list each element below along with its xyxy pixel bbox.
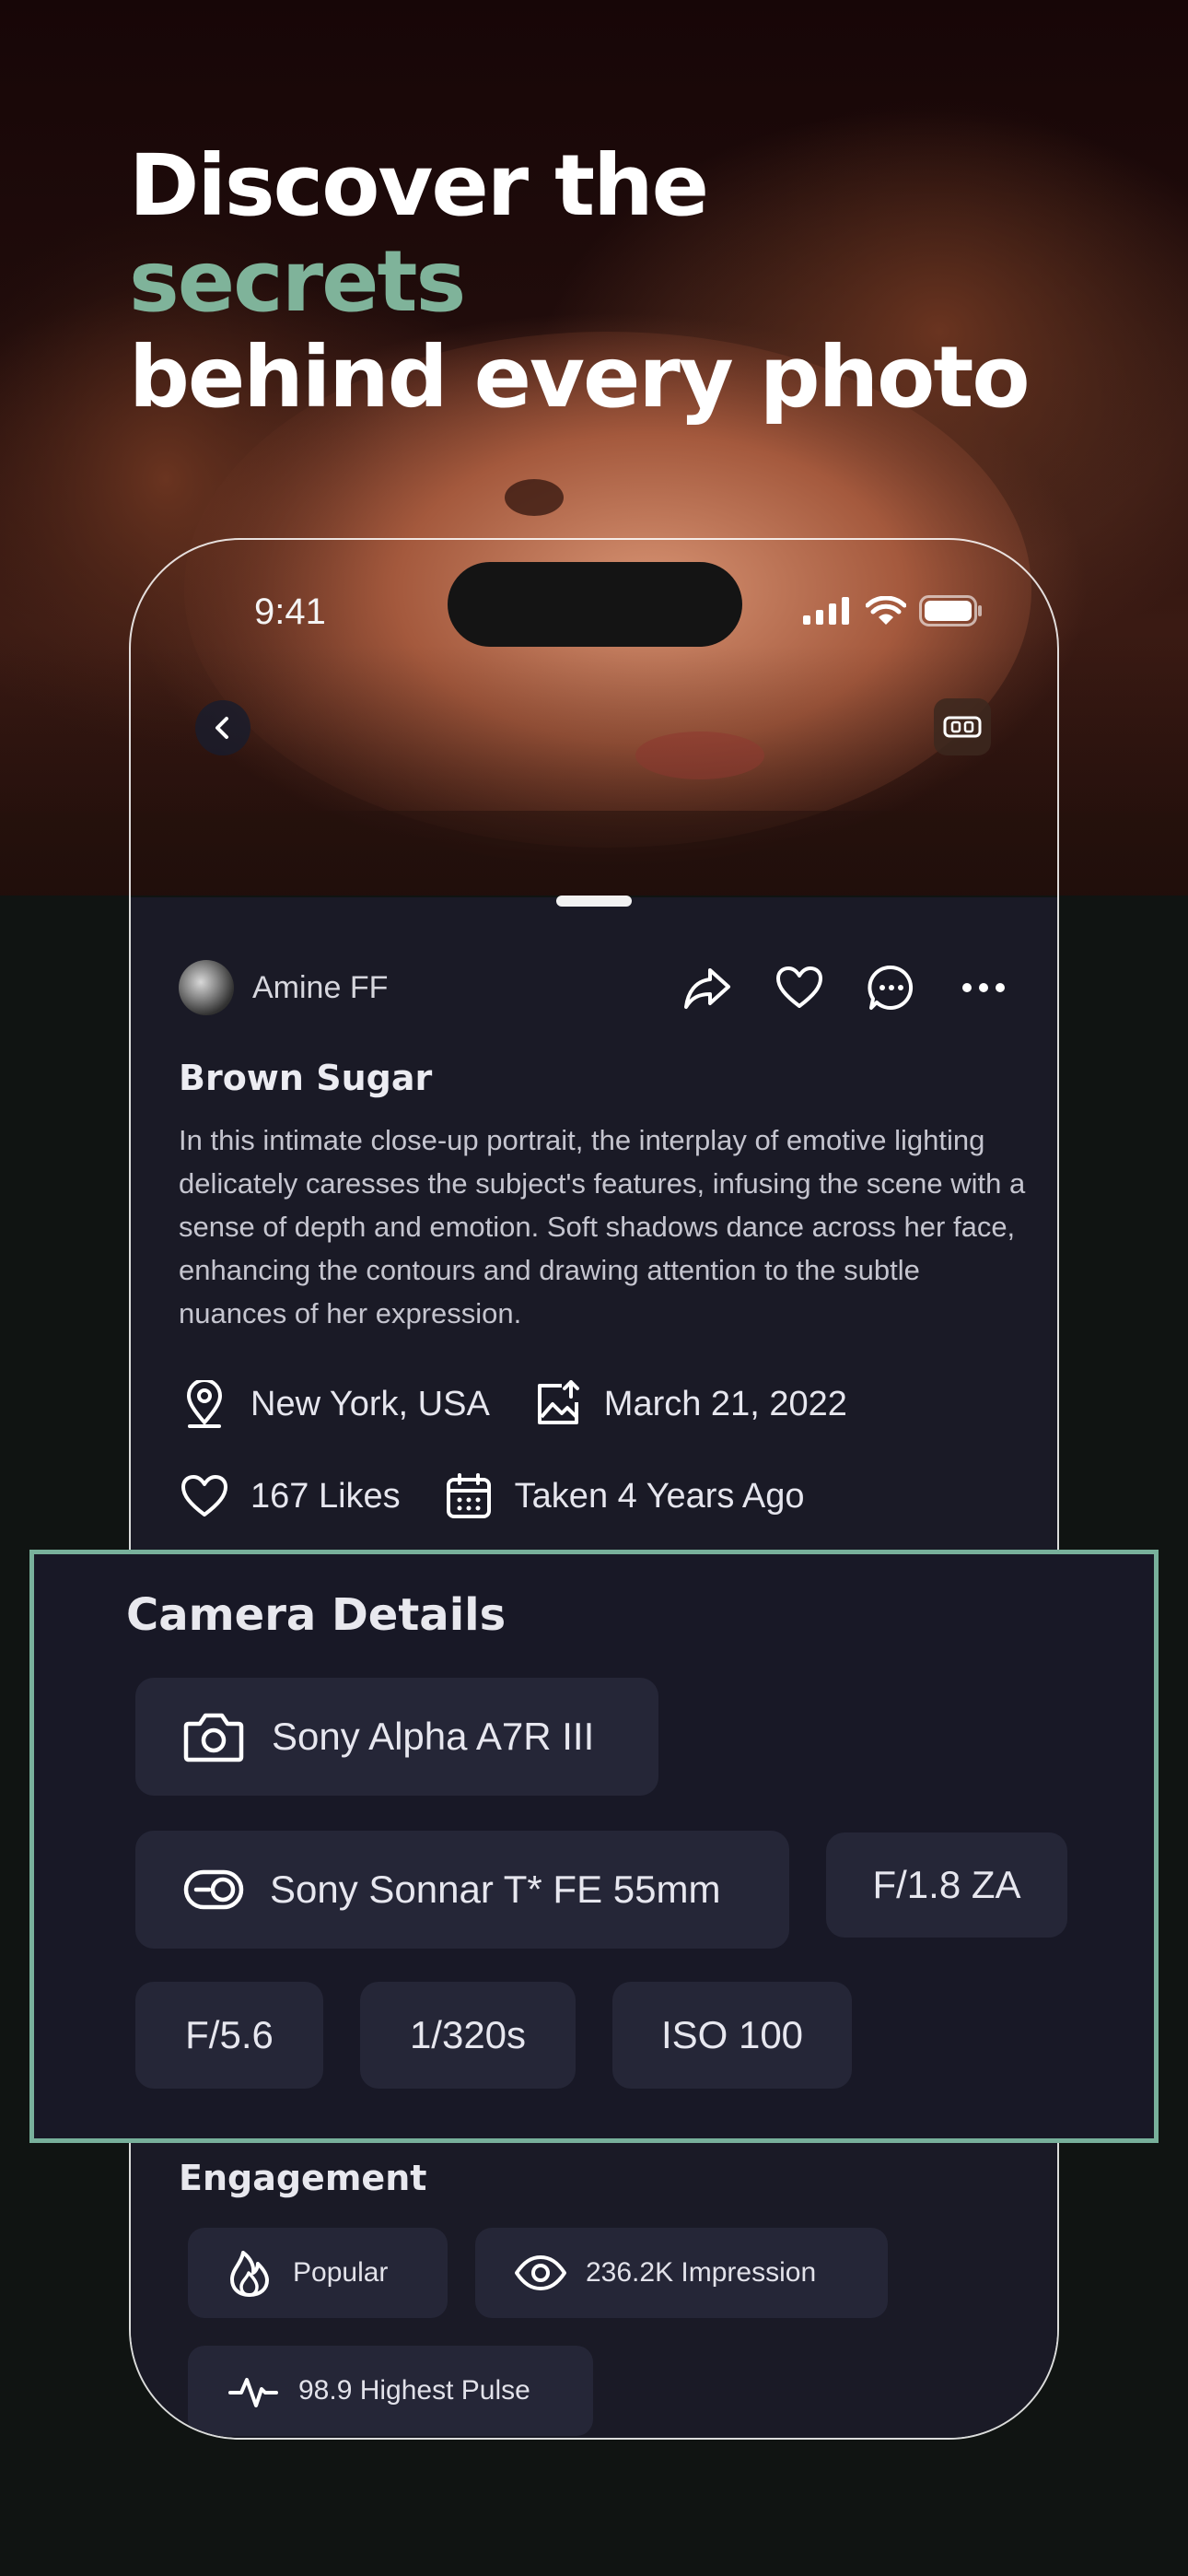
location-text: New York, USA (250, 1384, 490, 1423)
vr-view-button[interactable] (934, 698, 991, 755)
author-row: Amine FF (179, 960, 1009, 1015)
like-button[interactable] (774, 962, 825, 1013)
fire-icon (230, 2251, 269, 2297)
pulse-pill[interactable]: 98.9 Highest Pulse (188, 2346, 593, 2436)
eye-icon (515, 2255, 566, 2290)
meta-row-1: New York, USA March 21, 2022 (179, 1378, 890, 1430)
taken-item: Taken 4 Years Ago (443, 1470, 805, 1522)
shutter-pill[interactable]: 1/320s (360, 1982, 576, 2089)
likes-text: 167 Likes (250, 1476, 401, 1516)
aperture-pill[interactable]: F/5.6 (135, 1982, 323, 2089)
lens-pill[interactable]: Sony Sonnar T* FE 55mm (135, 1831, 789, 1949)
share-button[interactable] (681, 962, 733, 1013)
wifi-icon (866, 596, 906, 625)
vr-headset-icon (943, 716, 982, 738)
status-time: 9:41 (254, 591, 326, 632)
impressions-pill[interactable]: 236.2K Impression (475, 2228, 888, 2318)
heart-icon (181, 1475, 227, 1516)
share-icon (684, 968, 730, 1009)
pulse-label: 98.9 Highest Pulse (298, 2375, 530, 2406)
phone-frame: 9:41 Amine FF Brown Sugar In this intima… (129, 538, 1059, 2440)
iso-label: ISO 100 (660, 2013, 804, 2056)
dynamic-island (448, 562, 742, 647)
likes-item: 167 Likes (179, 1470, 401, 1522)
camera-model-pill[interactable]: Sony Alpha A7R III (135, 1678, 658, 1796)
location-pin-icon (186, 1380, 223, 1428)
shutter-label: 1/320s (409, 2013, 527, 2056)
sheet-grabber[interactable] (556, 896, 632, 907)
chevron-left-icon (215, 717, 228, 739)
camera-icon (183, 1713, 244, 1762)
engagement-heading: Engagement (179, 2158, 427, 2198)
lens-aperture-label: F/1.8 ZA (872, 1863, 1021, 1906)
impressions-label: 236.2K Impression (586, 2257, 817, 2288)
camera-details-heading: Camera Details (126, 1589, 507, 1641)
lens-label: Sony Sonnar T* FE 55mm (270, 1868, 721, 1911)
photo-description: In this intimate close-up portrait, the … (179, 1124, 1026, 1329)
photo-title: Brown Sugar (179, 1058, 433, 1098)
heart-icon (776, 966, 822, 1008)
popular-pill[interactable]: Popular (188, 2228, 448, 2318)
meta-row-2: 167 Likes Taken 4 Years Ago (179, 1470, 847, 1522)
battery-icon (919, 595, 982, 626)
headline-part1: Discover the (129, 136, 709, 235)
calendar-icon (446, 1473, 491, 1518)
iso-pill[interactable]: ISO 100 (612, 1982, 852, 2089)
more-icon (962, 983, 1005, 992)
upload-date-text: March 21, 2022 (603, 1384, 847, 1423)
camera-model-label: Sony Alpha A7R III (272, 1715, 595, 1758)
pulse-icon (228, 2378, 278, 2407)
headline-line2: behind every photo (129, 328, 1031, 427)
camera-details-card: Camera Details Sony Alpha A7R III Sony S… (29, 1550, 1159, 2143)
post-actions (681, 962, 1009, 1013)
comment-button[interactable] (866, 962, 917, 1013)
avatar[interactable] (179, 960, 234, 1015)
cellular-signal-icon (803, 597, 849, 625)
popular-label: Popular (293, 2257, 389, 2288)
headline: Discover the secrets behind every photo (129, 138, 1050, 426)
image-upload-icon (537, 1380, 579, 1424)
status-icons (803, 595, 984, 626)
taken-text: Taken 4 Years Ago (514, 1476, 805, 1516)
lens-aperture-pill[interactable]: F/1.8 ZA (826, 1832, 1067, 1938)
back-button[interactable] (195, 700, 250, 755)
lens-icon (183, 1869, 244, 1910)
headline-accent: secrets (129, 232, 466, 331)
upload-date-item: March 21, 2022 (532, 1378, 847, 1430)
comment-icon (868, 965, 914, 1010)
author-name[interactable]: Amine FF (252, 970, 388, 1006)
aperture-label: F/5.6 (185, 2013, 274, 2056)
more-button[interactable] (958, 962, 1009, 1013)
location-item: New York, USA (179, 1378, 490, 1430)
